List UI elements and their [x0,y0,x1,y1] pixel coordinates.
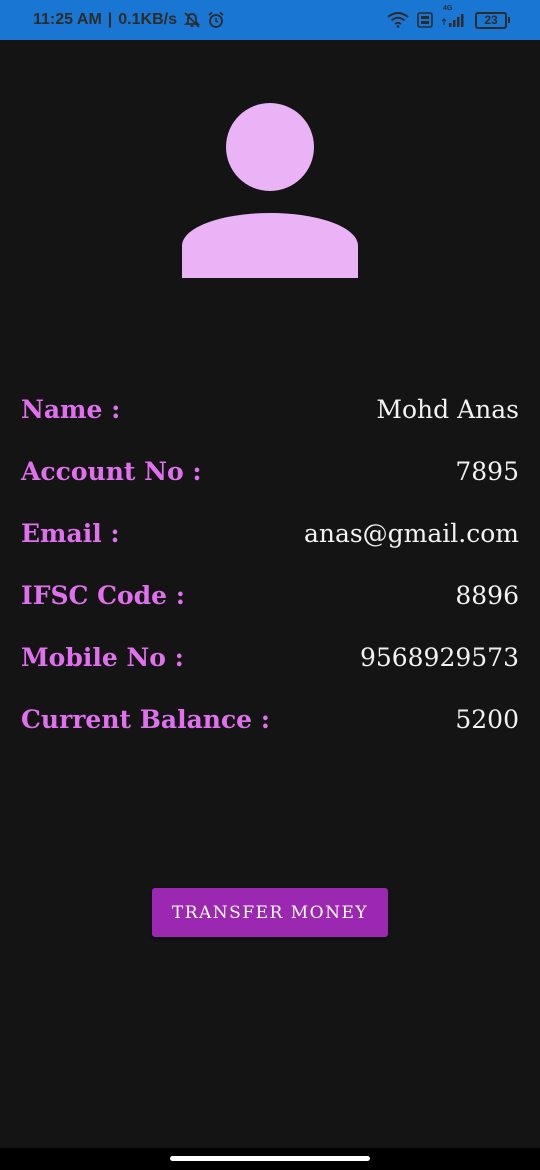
volte-icon [417,12,433,28]
account-details: Name : Mohd Anas Account No : 7895 Email… [21,388,519,760]
detail-row-account-no: Account No : 7895 [21,450,519,512]
balance-value: 5200 [455,705,519,734]
battery-icon: 23 [475,11,510,29]
mute-icon [183,11,201,29]
wifi-icon [387,12,409,28]
balance-label: Current Balance : [21,705,271,734]
status-separator: | [107,11,113,28]
email-label: Email : [21,519,120,548]
navigation-bar [0,1148,540,1170]
signal-type-label: 4G [443,5,453,12]
status-bar: 11:25 AM | 0.1KB/s 4G 23 [0,0,540,40]
battery-level: 23 [475,11,507,29]
detail-row-email: Email : anas@gmail.com [21,512,519,574]
battery-tip [508,17,510,23]
detail-row-name: Name : Mohd Anas [21,388,519,450]
name-value: Mohd Anas [376,395,519,424]
detail-row-ifsc: IFSC Code : 8896 [21,574,519,636]
home-indicator[interactable] [170,1156,370,1161]
account-no-value: 7895 [455,457,519,486]
detail-row-mobile: Mobile No : 9568929573 [21,636,519,698]
email-value: anas@gmail.com [303,519,519,548]
account-no-label: Account No : [21,457,202,486]
status-right: 4G 23 [387,0,510,40]
ifsc-label: IFSC Code : [21,581,185,610]
mobile-value: 9568929573 [359,643,519,672]
cell-signal-icon: 4G [441,5,467,28]
transfer-money-button[interactable]: TRANSFER MONEY [152,888,388,937]
status-time: 11:25 AM [33,11,102,28]
alarm-icon [207,11,225,29]
ifsc-value: 8896 [455,581,519,610]
mobile-label: Mobile No : [21,643,184,672]
person-icon [182,103,358,283]
status-left: 11:25 AM | 0.1KB/s [33,0,225,40]
detail-row-balance: Current Balance : 5200 [21,698,519,760]
name-label: Name : [21,395,121,424]
status-network-speed: 0.1KB/s [118,11,177,28]
